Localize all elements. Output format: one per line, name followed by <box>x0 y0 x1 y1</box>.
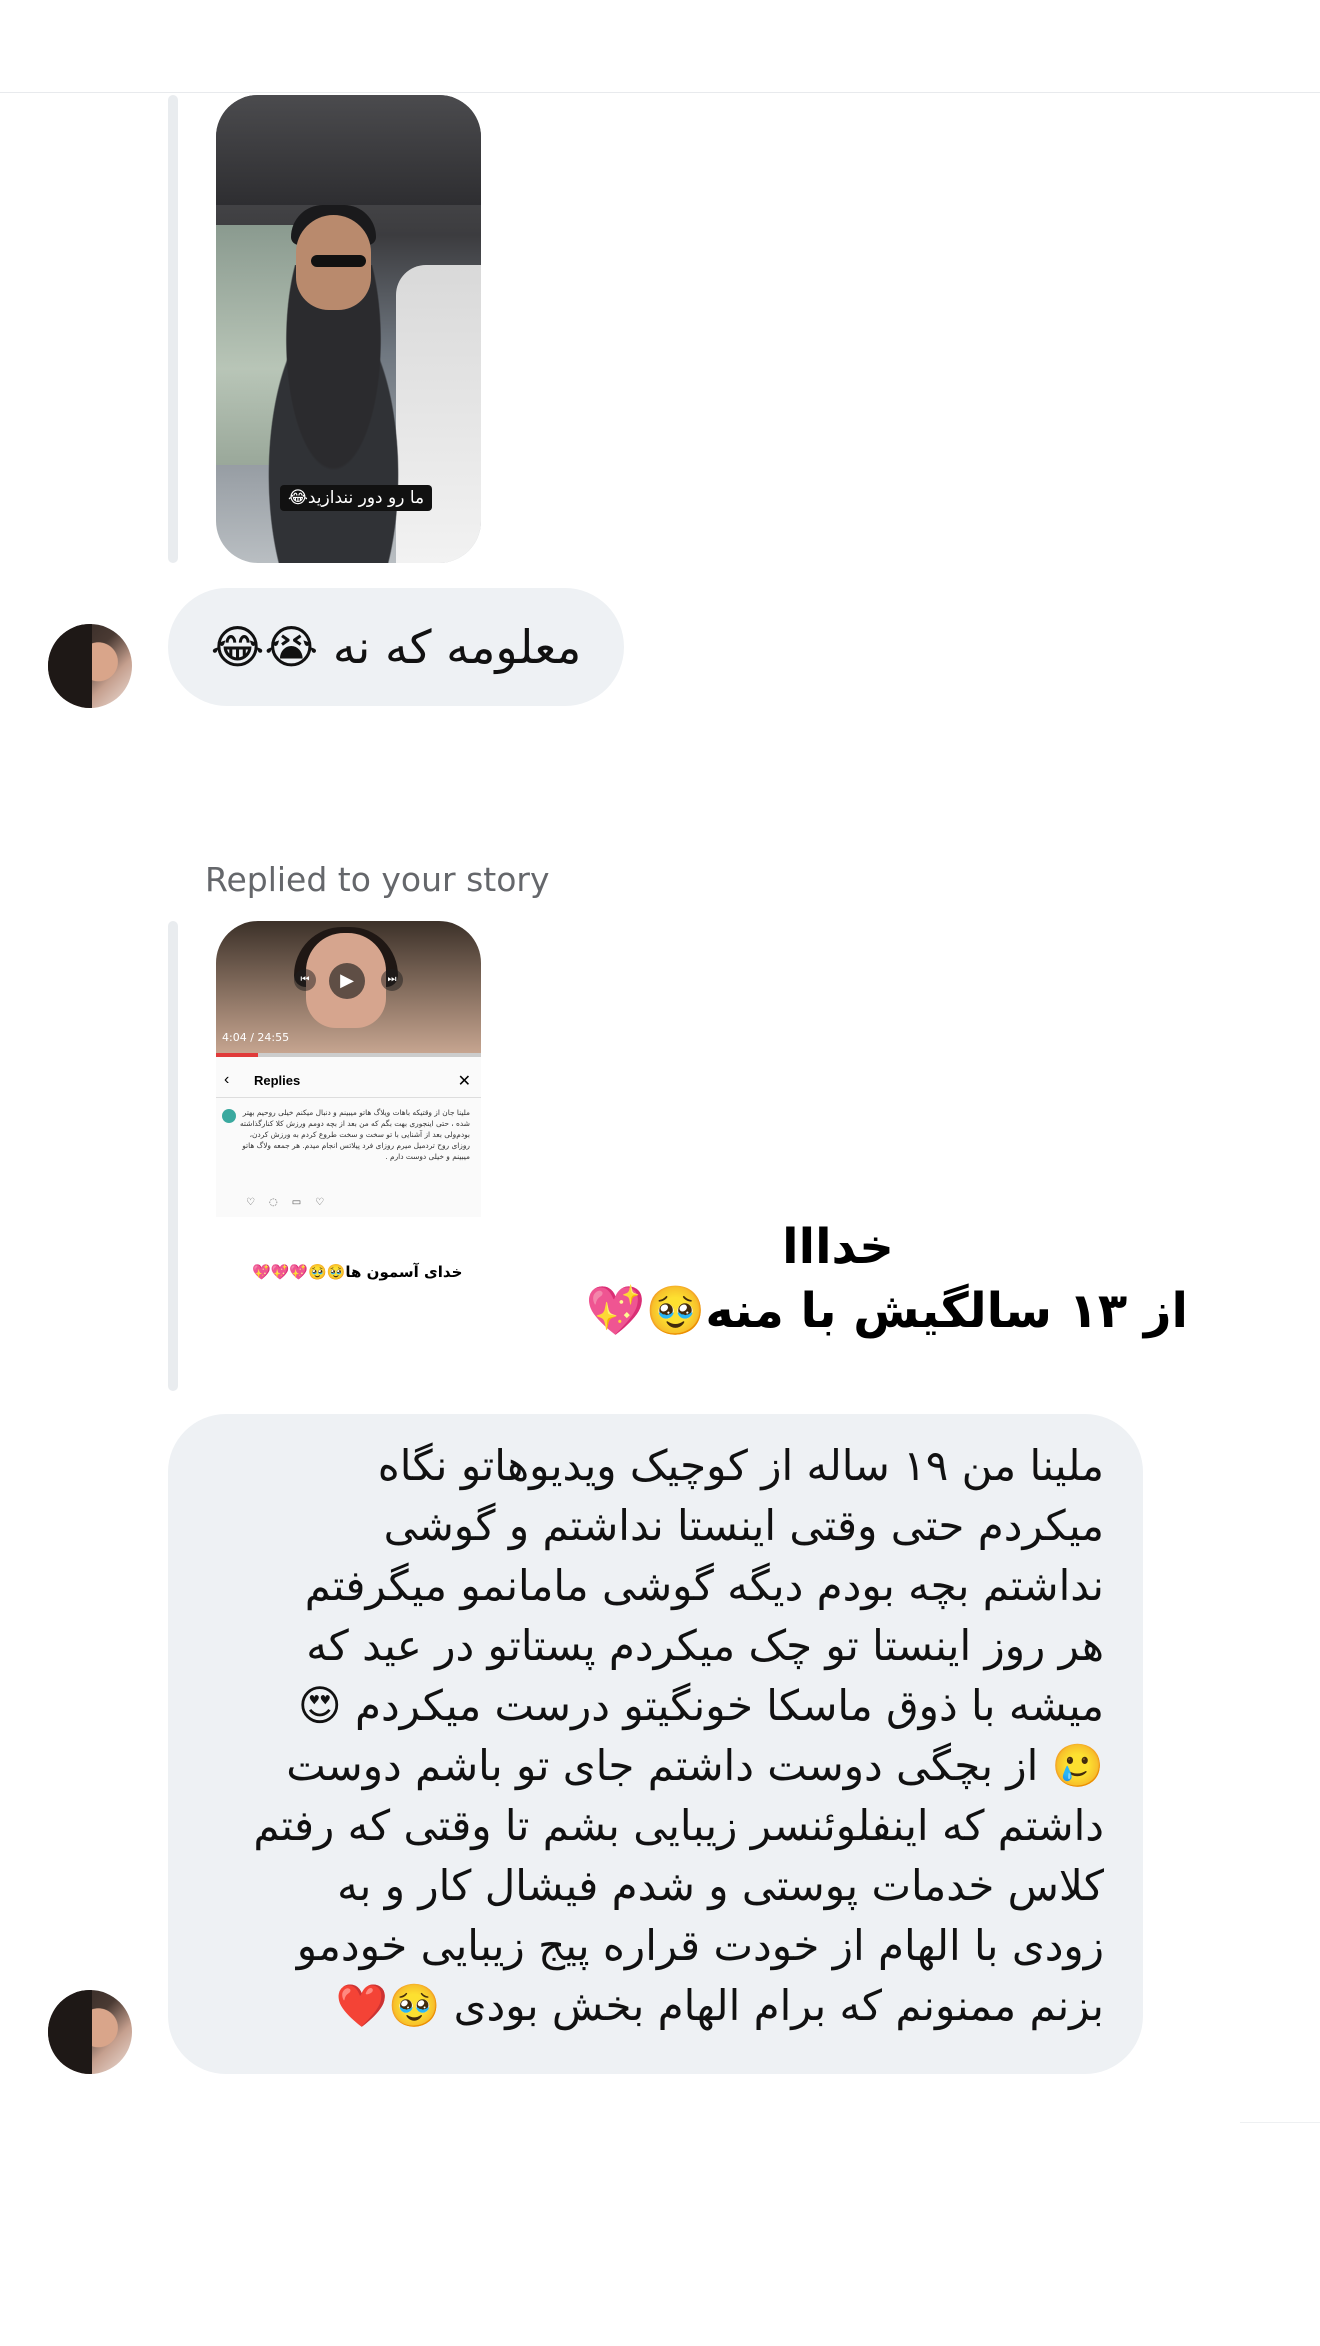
story-caption: خدای آسمون ها🥹🥹💖💖💖 <box>252 1263 463 1281</box>
car-roof <box>216 95 481 205</box>
message-text: معلومه که نه 😭😂 <box>210 620 582 674</box>
prev-icon: ⏮ <box>294 969 316 991</box>
message-bubble[interactable]: معلومه که نه 😭😂 <box>168 588 624 706</box>
video-timecode: 4:04 / 24:55 <box>222 1031 290 1044</box>
replied-to-story-label: Replied to your story <box>205 860 550 899</box>
avatar[interactable] <box>48 1990 132 2074</box>
avatar-hair <box>48 624 92 708</box>
message-text: ملینا من ۱۹ ساله از کوچیک ویدیوهاتو نگاه… <box>253 1441 1104 2030</box>
message-bubble[interactable]: ملینا من ۱۹ ساله از کوچیک ویدیوهاتو نگاه… <box>168 1414 1143 2074</box>
video-frame: ⏮ ▶ ⏭ 4:04 / 24:55 <box>216 921 481 1056</box>
story-video-thumbnail[interactable]: ما رو دور نندازید😂 <box>216 95 481 563</box>
sunglasses <box>311 255 366 267</box>
quote-bar <box>168 921 178 1391</box>
replies-header: ‹ Replies ✕ <box>216 1071 481 1095</box>
commenter-avatar-icon <box>222 1109 236 1123</box>
back-icon: ‹ <box>224 1071 230 1088</box>
play-icon: ▶ <box>329 963 365 999</box>
reply-line-2: از ۱۳ سالگیش با منه🥹💖 <box>585 1283 1188 1339</box>
avatar[interactable] <box>48 624 132 708</box>
replies-title: Replies <box>254 1073 301 1088</box>
reply-line-1: خدااا <box>782 1219 894 1275</box>
comment-text: ملینا جان از وقتیکه باهات ویلاگ هاتو میب… <box>239 1108 470 1161</box>
story-thumbnail[interactable]: ⏮ ▶ ⏭ 4:04 / 24:55 ‹ Replies ✕ ملینا جان… <box>216 921 481 1296</box>
avatar-hair <box>48 1990 92 2074</box>
divider <box>1240 2122 1320 2123</box>
story-sticker-text: ما رو دور نندازید😂 <box>280 485 433 511</box>
quote-bar <box>168 95 178 563</box>
top-bar <box>0 0 1320 93</box>
story-reply-text: خدااا از ۱۳ سالگیش با منه🥹💖 <box>488 1215 1188 1343</box>
next-icon: ⏭ <box>381 969 403 991</box>
close-icon: ✕ <box>457 1073 471 1090</box>
divider <box>216 1097 481 1098</box>
replies-panel: ‹ Replies ✕ ملینا جان از وقتیکه باهات وی… <box>216 1057 481 1217</box>
reaction-icons: ♡◌▭♡ <box>246 1197 339 1208</box>
